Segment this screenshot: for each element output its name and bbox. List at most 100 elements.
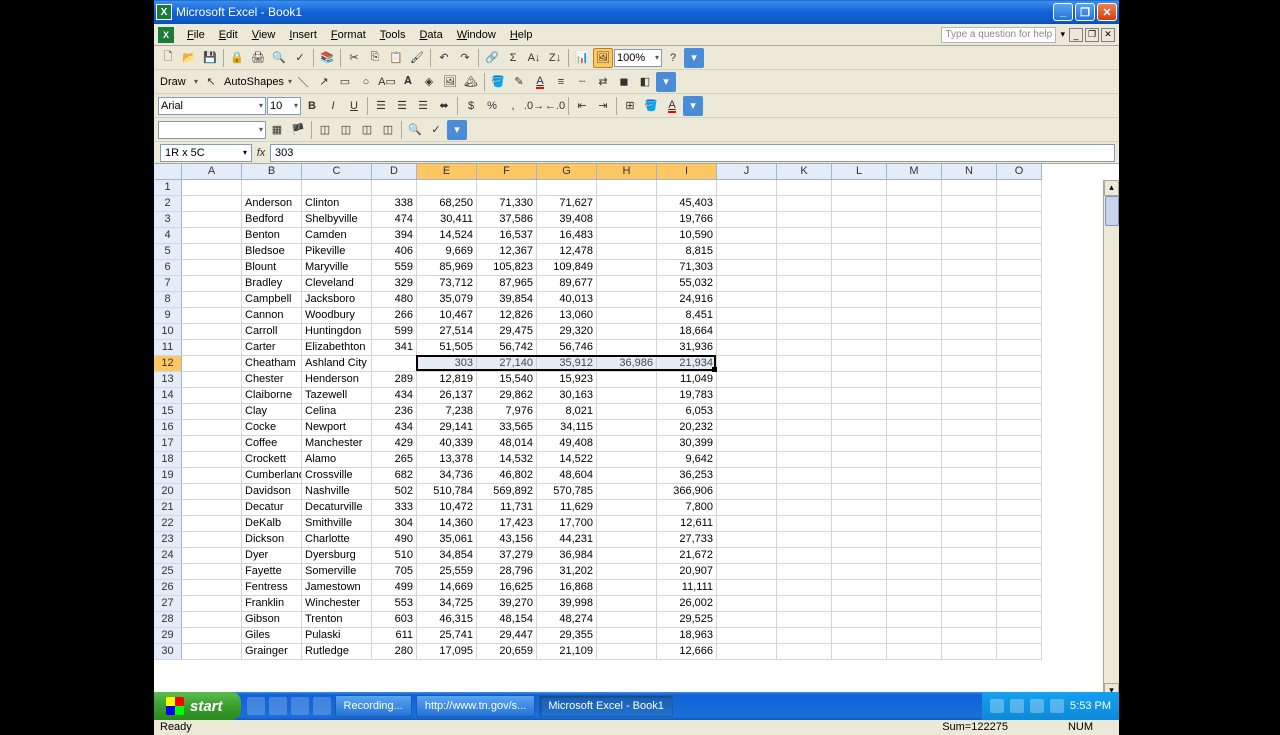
tray-icon[interactable]	[990, 699, 1004, 713]
cell[interactable]: Blount	[242, 260, 302, 276]
cell[interactable]	[182, 420, 242, 436]
cell[interactable]: 48,154	[477, 612, 537, 628]
cell[interactable]: 36,253	[657, 468, 717, 484]
minimize-button[interactable]: _	[1053, 3, 1073, 21]
cell[interactable]: Fayette	[242, 564, 302, 580]
cell[interactable]: 16,868	[537, 580, 597, 596]
cell[interactable]: 29,525	[657, 612, 717, 628]
cell[interactable]	[942, 356, 997, 372]
row-header[interactable]: 26	[154, 580, 182, 596]
cell[interactable]: Dickson	[242, 532, 302, 548]
row-header[interactable]: 9	[154, 308, 182, 324]
increase-decimal-icon[interactable]: .0→	[524, 96, 544, 116]
cell[interactable]	[302, 180, 372, 196]
line-icon[interactable]: ＼	[293, 72, 313, 92]
cell[interactable]	[887, 228, 942, 244]
cell[interactable]	[182, 308, 242, 324]
cell[interactable]	[182, 564, 242, 580]
cell[interactable]: 36,984	[537, 548, 597, 564]
paste-icon[interactable]: 📋	[386, 48, 406, 68]
cell[interactable]: 29,862	[477, 388, 537, 404]
cell[interactable]: 40,013	[537, 292, 597, 308]
cell[interactable]: Pikeville	[302, 244, 372, 260]
cell[interactable]	[182, 484, 242, 500]
textbox-icon[interactable]: A▭	[377, 72, 397, 92]
cell[interactable]	[777, 612, 832, 628]
cell[interactable]: 333	[372, 500, 417, 516]
cell[interactable]: 39,270	[477, 596, 537, 612]
cell[interactable]	[997, 180, 1042, 196]
cell[interactable]: 39,408	[537, 212, 597, 228]
cell[interactable]	[832, 292, 887, 308]
cell[interactable]	[997, 372, 1042, 388]
cell[interactable]	[182, 388, 242, 404]
cell[interactable]: 13,378	[417, 452, 477, 468]
cell[interactable]	[597, 292, 657, 308]
cell[interactable]	[182, 404, 242, 420]
row-header[interactable]: 11	[154, 340, 182, 356]
row-header[interactable]: 7	[154, 276, 182, 292]
cell[interactable]	[942, 196, 997, 212]
cell[interactable]	[182, 436, 242, 452]
cell[interactable]: Henderson	[302, 372, 372, 388]
cell[interactable]: 8,451	[657, 308, 717, 324]
cell[interactable]: 15,540	[477, 372, 537, 388]
fx-icon[interactable]: fx	[252, 147, 270, 159]
cell[interactable]	[887, 180, 942, 196]
cell[interactable]: 611	[372, 628, 417, 644]
cell[interactable]	[997, 564, 1042, 580]
cell[interactable]: 15,923	[537, 372, 597, 388]
cell[interactable]	[887, 564, 942, 580]
cell[interactable]	[997, 308, 1042, 324]
cell[interactable]: 87,965	[477, 276, 537, 292]
cell[interactable]: Clinton	[302, 196, 372, 212]
cell[interactable]	[417, 180, 477, 196]
cell[interactable]: 31,202	[537, 564, 597, 580]
cell[interactable]: 45,403	[657, 196, 717, 212]
cell[interactable]	[887, 340, 942, 356]
font-color-draw-icon[interactable]: A	[530, 72, 550, 92]
cell[interactable]	[717, 484, 777, 500]
column-header-H[interactable]: H	[597, 164, 657, 180]
bold-button[interactable]: B	[302, 96, 322, 116]
cell[interactable]	[777, 308, 832, 324]
cell[interactable]: Woodbury	[302, 308, 372, 324]
cell[interactable]	[717, 388, 777, 404]
cell[interactable]: Cleveland	[302, 276, 372, 292]
quicklaunch-icon[interactable]	[313, 697, 331, 715]
cell[interactable]: Bledsoe	[242, 244, 302, 260]
cell[interactable]	[832, 500, 887, 516]
zoom-combo[interactable]: 100%▾	[614, 49, 662, 67]
cell[interactable]: 499	[372, 580, 417, 596]
cell[interactable]: 16,483	[537, 228, 597, 244]
cell[interactable]	[887, 532, 942, 548]
tb-icon-5[interactable]: ◫	[357, 120, 377, 140]
cell[interactable]	[182, 612, 242, 628]
cell[interactable]	[777, 468, 832, 484]
merge-center-icon[interactable]: ⬌	[434, 96, 454, 116]
tb-icon-8[interactable]: ✓	[426, 120, 446, 140]
cell[interactable]: Cheatham	[242, 356, 302, 372]
workbook-restore-button[interactable]: ❐	[1085, 28, 1099, 42]
spreadsheet-grid[interactable]: ABCDEFGHIJKLMNO 123456789101112131415161…	[154, 164, 1119, 699]
cell[interactable]	[717, 580, 777, 596]
cell[interactable]: 553	[372, 596, 417, 612]
cell[interactable]: 12,367	[477, 244, 537, 260]
cell[interactable]	[597, 580, 657, 596]
cell[interactable]: DeKalb	[242, 516, 302, 532]
extra-combo[interactable]: ▾	[158, 121, 266, 139]
align-center-icon[interactable]: ☰	[392, 96, 412, 116]
quicklaunch-icon[interactable]	[269, 697, 287, 715]
cell[interactable]: 21,109	[537, 644, 597, 660]
cell[interactable]	[597, 452, 657, 468]
cell[interactable]	[942, 180, 997, 196]
cell[interactable]: Ashland City	[302, 356, 372, 372]
cell[interactable]: 21,934	[657, 356, 717, 372]
cell[interactable]	[597, 324, 657, 340]
cell[interactable]: 11,629	[537, 500, 597, 516]
tb-icon-3[interactable]: ◫	[315, 120, 335, 140]
cell[interactable]	[717, 468, 777, 484]
cell[interactable]: Huntingdon	[302, 324, 372, 340]
cell[interactable]: 7,800	[657, 500, 717, 516]
cell[interactable]: 289	[372, 372, 417, 388]
